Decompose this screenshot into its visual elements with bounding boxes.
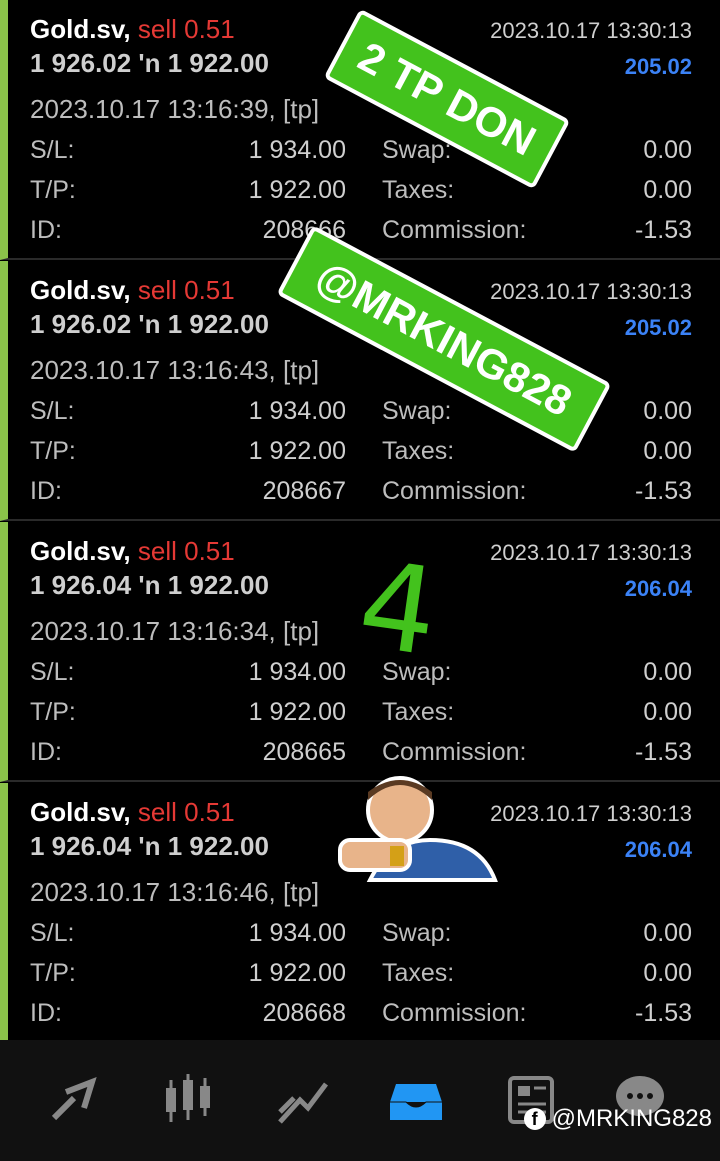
deal-side: sell 0.51 bbox=[137, 275, 235, 305]
facebook-watermark: f @MRKING828 bbox=[523, 1105, 712, 1133]
id-label: ID: bbox=[30, 999, 62, 1027]
deal-profit: 205.02 bbox=[624, 315, 692, 340]
history-icon[interactable] bbox=[386, 1070, 446, 1130]
taxes-value: 0.00 bbox=[643, 698, 692, 726]
commission-label: Commission: bbox=[382, 216, 527, 244]
deal-side: sell 0.51 bbox=[137, 797, 235, 827]
deal-timestamp: 2023.10.17 13:30:13 bbox=[490, 18, 692, 43]
commission-value: -1.53 bbox=[635, 477, 692, 505]
tp-label: T/P: bbox=[30, 959, 76, 987]
id-value: 208667 bbox=[262, 477, 346, 505]
commission-value: -1.53 bbox=[635, 216, 692, 244]
taxes-value: 0.00 bbox=[643, 176, 692, 204]
commission-label: Commission: bbox=[382, 477, 527, 505]
sl-label: S/L: bbox=[30, 919, 75, 947]
taxes-value: 0.00 bbox=[643, 437, 692, 465]
commission-value: -1.53 bbox=[635, 999, 692, 1027]
id-label: ID: bbox=[30, 738, 62, 766]
id-value: 208665 bbox=[262, 738, 346, 766]
deal-profit: 206.04 bbox=[624, 576, 692, 601]
swap-value: 0.00 bbox=[643, 919, 692, 947]
commission-label: Commission: bbox=[382, 738, 527, 766]
tp-label: T/P: bbox=[30, 698, 76, 726]
sl-value: 1 934.00 bbox=[248, 397, 346, 425]
deal-timestamp: 2023.10.17 13:30:13 bbox=[490, 801, 692, 826]
tp-label: T/P: bbox=[30, 437, 76, 465]
commission-label: Commission: bbox=[382, 999, 527, 1027]
deal-timestamp: 2023.10.17 13:30:13 bbox=[490, 279, 692, 304]
swap-value: 0.00 bbox=[643, 136, 692, 164]
tp-value: 1 922.00 bbox=[248, 437, 346, 465]
deal-opened: 2023.10.17 13:16:39, [tp] bbox=[30, 94, 320, 124]
sl-label: S/L: bbox=[30, 658, 75, 686]
taxes-label: Taxes: bbox=[382, 176, 455, 204]
deal-profit: 205.02 bbox=[624, 54, 692, 79]
deal-side: sell 0.51 bbox=[137, 14, 235, 44]
commission-value: -1.53 bbox=[635, 738, 692, 766]
cartoon-man-sticker bbox=[338, 776, 498, 882]
swap-value: 0.00 bbox=[643, 658, 692, 686]
deal-timestamp: 2023.10.17 13:30:13 bbox=[490, 540, 692, 565]
deal-side: sell 0.51 bbox=[137, 536, 235, 566]
swap-label: Swap: bbox=[382, 397, 452, 425]
chart-icon[interactable] bbox=[158, 1070, 218, 1130]
taxes-label: Taxes: bbox=[382, 437, 455, 465]
swap-label: Swap: bbox=[382, 919, 452, 947]
quotes-icon[interactable] bbox=[44, 1070, 104, 1130]
tp-value: 1 922.00 bbox=[248, 698, 346, 726]
taxes-value: 0.00 bbox=[643, 959, 692, 987]
sl-value: 1 934.00 bbox=[248, 919, 346, 947]
tp-value: 1 922.00 bbox=[248, 176, 346, 204]
taxes-label: Taxes: bbox=[382, 959, 455, 987]
tp-label: T/P: bbox=[30, 176, 76, 204]
id-label: ID: bbox=[30, 477, 62, 505]
bottom-nav bbox=[0, 1040, 720, 1161]
swap-value: 0.00 bbox=[643, 397, 692, 425]
facebook-icon: f bbox=[523, 1108, 546, 1130]
deal-profit: 206.04 bbox=[624, 837, 692, 862]
id-label: ID: bbox=[30, 216, 62, 244]
taxes-label: Taxes: bbox=[382, 698, 455, 726]
sl-value: 1 934.00 bbox=[248, 658, 346, 686]
watermark-text: @MRKING828 bbox=[551, 1105, 712, 1132]
sl-value: 1 934.00 bbox=[248, 136, 346, 164]
tp-value: 1 922.00 bbox=[248, 959, 346, 987]
trade-icon[interactable] bbox=[272, 1070, 332, 1130]
sl-label: S/L: bbox=[30, 136, 75, 164]
sl-label: S/L: bbox=[30, 397, 75, 425]
id-value: 208668 bbox=[262, 999, 346, 1027]
